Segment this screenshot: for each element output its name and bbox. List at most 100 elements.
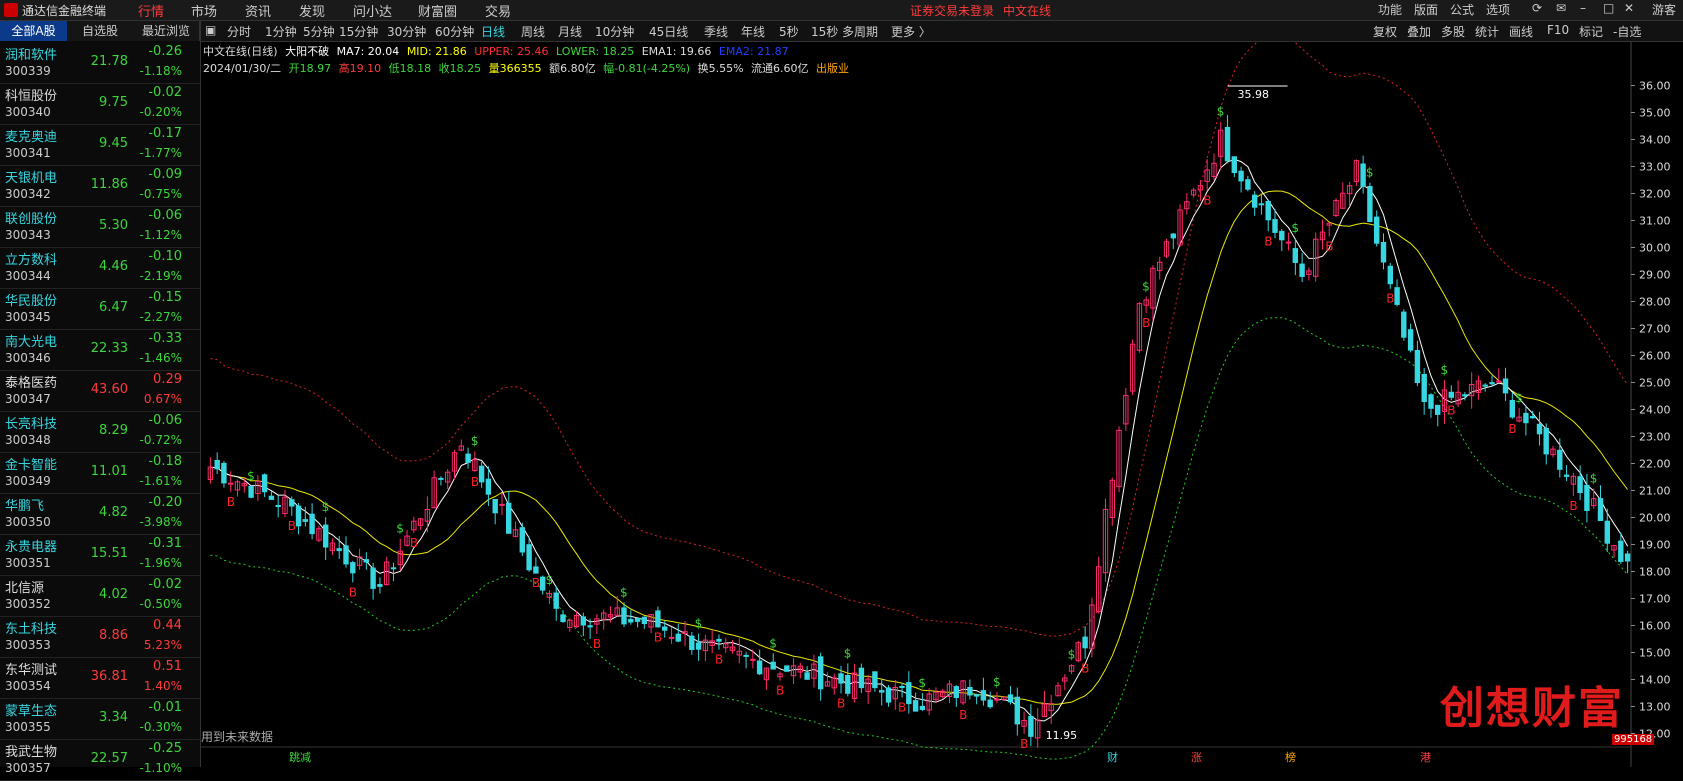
stock-row[interactable]: 我武生物 300357 22.57 -0.25 -1.10% (0, 739, 200, 781)
menu-jiaoyi[interactable]: 交易 (485, 1, 511, 20)
refresh-icon[interactable]: ⟳ (1532, 1, 1542, 15)
menu-faxian[interactable]: 发现 (299, 1, 325, 20)
period-15[interactable]: 多周期 (842, 23, 878, 40)
stock-name: 南大光电 (5, 335, 58, 350)
period-6[interactable]: 日线 (481, 23, 505, 40)
buy-signal-marker: B (959, 708, 967, 722)
stock-row[interactable]: 蒙草生态 300355 3.34 -0.01 -0.30% (0, 698, 200, 740)
tool-1[interactable]: 叠加 (1407, 23, 1431, 40)
stock-row[interactable]: 长亮科技 300348 8.29 -0.06 -0.72% (0, 411, 200, 453)
period-0[interactable]: 分时 (227, 23, 251, 40)
candle-body (309, 513, 315, 535)
candle-body (689, 635, 695, 650)
buy-signal-marker: B (898, 701, 906, 715)
candle-body (675, 633, 682, 642)
menu-zixun[interactable]: 资讯 (245, 1, 271, 20)
stock-row[interactable]: 天银机电 300342 11.86 -0.09 -0.75% (0, 165, 200, 207)
stock-row[interactable]: 立方数科 300344 4.46 -0.10 -2.19% (0, 247, 200, 289)
message-icon[interactable]: ✉ (1556, 1, 1566, 15)
period-14[interactable]: 15秒 (811, 23, 838, 40)
candle-body (756, 660, 763, 675)
period-2[interactable]: 5分钟 (303, 23, 335, 40)
menu-wenxiaoda[interactable]: 问小达 (353, 1, 392, 20)
stock-row[interactable]: 联创股份 300343 5.30 -0.06 -1.12% (0, 206, 200, 248)
y-tick-label: 17.00 (1639, 593, 1671, 606)
period-8[interactable]: 月线 (558, 23, 582, 40)
toggle-panel-icon[interactable]: ▣ (205, 23, 216, 37)
stock-code: 300346 (5, 351, 51, 365)
tab-recent[interactable]: 最近浏览 (133, 21, 200, 41)
tool-5[interactable]: F10 (1547, 23, 1569, 37)
stock-row[interactable]: 北信源 300352 4.02 -0.02 -0.50% (0, 575, 200, 617)
stock-row[interactable]: 麦克奥迪 300341 9.45 -0.17 -1.77% (0, 124, 200, 166)
menu-hangqing[interactable]: 行情 (138, 1, 164, 20)
period-12[interactable]: 年线 (741, 23, 765, 40)
y-tick-label: 15.00 (1639, 647, 1671, 660)
y-tick-label: 30.00 (1639, 242, 1671, 255)
candle-body (784, 665, 790, 672)
stock-change: -0.20 (148, 495, 182, 510)
app-title: 通达信金融终端 (22, 4, 107, 18)
stock-row[interactable]: 永贵电器 300351 15.51 -0.31 -1.96% (0, 534, 200, 576)
close-icon[interactable]: ✕ (1624, 1, 1634, 15)
period-9[interactable]: 10分钟 (595, 23, 634, 40)
app-logo-icon (4, 3, 18, 17)
y-tick-label: 16.00 (1639, 620, 1671, 633)
candle-body (980, 690, 987, 701)
maximize-icon[interactable]: □ (1603, 1, 1614, 15)
stock-name: 长亮科技 (5, 417, 58, 432)
candle-body (587, 625, 593, 628)
tool-3[interactable]: 统计 (1475, 23, 1499, 40)
period-4[interactable]: 30分钟 (387, 23, 426, 40)
candle-body (1367, 186, 1373, 222)
tool-4[interactable]: 画线 (1509, 23, 1533, 40)
period-10[interactable]: 45日线 (649, 23, 688, 40)
tool-0[interactable]: 复权 (1373, 23, 1397, 40)
ma7-line (210, 158, 1629, 722)
candle-body (885, 687, 892, 703)
candle-body (872, 671, 878, 689)
tool-2[interactable]: 多股 (1441, 23, 1465, 40)
stock-change: -0.02 (148, 577, 182, 592)
menu-caifuquan[interactable]: 财富圈 (418, 1, 457, 20)
stock-row[interactable]: 科恒股份 300340 9.75 -0.02 -0.20% (0, 83, 200, 125)
stock-row[interactable]: 润和软件 300339 21.78 -0.26 -1.18% (0, 42, 200, 84)
menu-xuanxiang[interactable]: 选项 (1486, 1, 1510, 18)
candle-body (845, 675, 851, 694)
candle-body (1489, 382, 1495, 385)
menu-banmian[interactable]: 版面 (1414, 1, 1438, 18)
tool-7[interactable]: -自选 (1613, 23, 1641, 40)
tab-all-a[interactable]: 全部A股 (0, 21, 68, 41)
candle-body (1509, 400, 1515, 418)
stock-row[interactable]: 东土科技 300353 8.86 0.44 5.23% (0, 616, 200, 658)
stock-row[interactable]: 东华测试 300354 36.81 0.51 1.40% (0, 657, 200, 699)
menu-gongshi[interactable]: 公式 (1450, 1, 1474, 18)
candle-body (1577, 476, 1583, 494)
period-11[interactable]: 季线 (704, 23, 728, 40)
menu-gongneng[interactable]: 功能 (1378, 1, 1402, 18)
buy-signal-marker: B (349, 585, 357, 599)
tool-6[interactable]: 标记 (1579, 23, 1603, 40)
period-1[interactable]: 1分钟 (265, 23, 297, 40)
stock-change: 0.44 (153, 618, 182, 633)
candle-body (1428, 394, 1434, 409)
stock-row[interactable]: 金卡智能 300349 11.01 -0.18 -1.61% (0, 452, 200, 494)
login-notice[interactable]: 证券交易未登录 (910, 2, 994, 19)
stock-code: 300349 (5, 474, 51, 488)
period-3[interactable]: 15分钟 (339, 23, 378, 40)
stock-price: 22.57 (90, 751, 128, 766)
stock-row[interactable]: 泰格医药 300347 43.60 0.29 0.67% (0, 370, 200, 412)
tab-watchlist[interactable]: 自选股 (67, 21, 134, 41)
period-16[interactable]: 更多 〉 (891, 23, 931, 40)
stock-row[interactable]: 华民股份 300345 6.47 -0.15 -2.27% (0, 288, 200, 330)
stock-row[interactable]: 华鹏飞 300350 4.82 -0.20 -3.98% (0, 493, 200, 535)
menu-shichang[interactable]: 市场 (191, 1, 217, 20)
period-5[interactable]: 60分钟 (435, 23, 474, 40)
period-13[interactable]: 5秒 (779, 23, 799, 40)
user-label[interactable]: 游客 (1652, 1, 1676, 18)
period-7[interactable]: 周线 (521, 23, 545, 40)
kline-chart[interactable]: 36.00 35.00 34.00 33.00 32.00 31.00 30.00 29.00… (201, 42, 1683, 767)
minimize-icon[interactable]: – (1580, 1, 1586, 15)
sell-signal-marker: $ (844, 646, 852, 660)
stock-row[interactable]: 南大光电 300346 22.33 -0.33 -1.46% (0, 329, 200, 371)
